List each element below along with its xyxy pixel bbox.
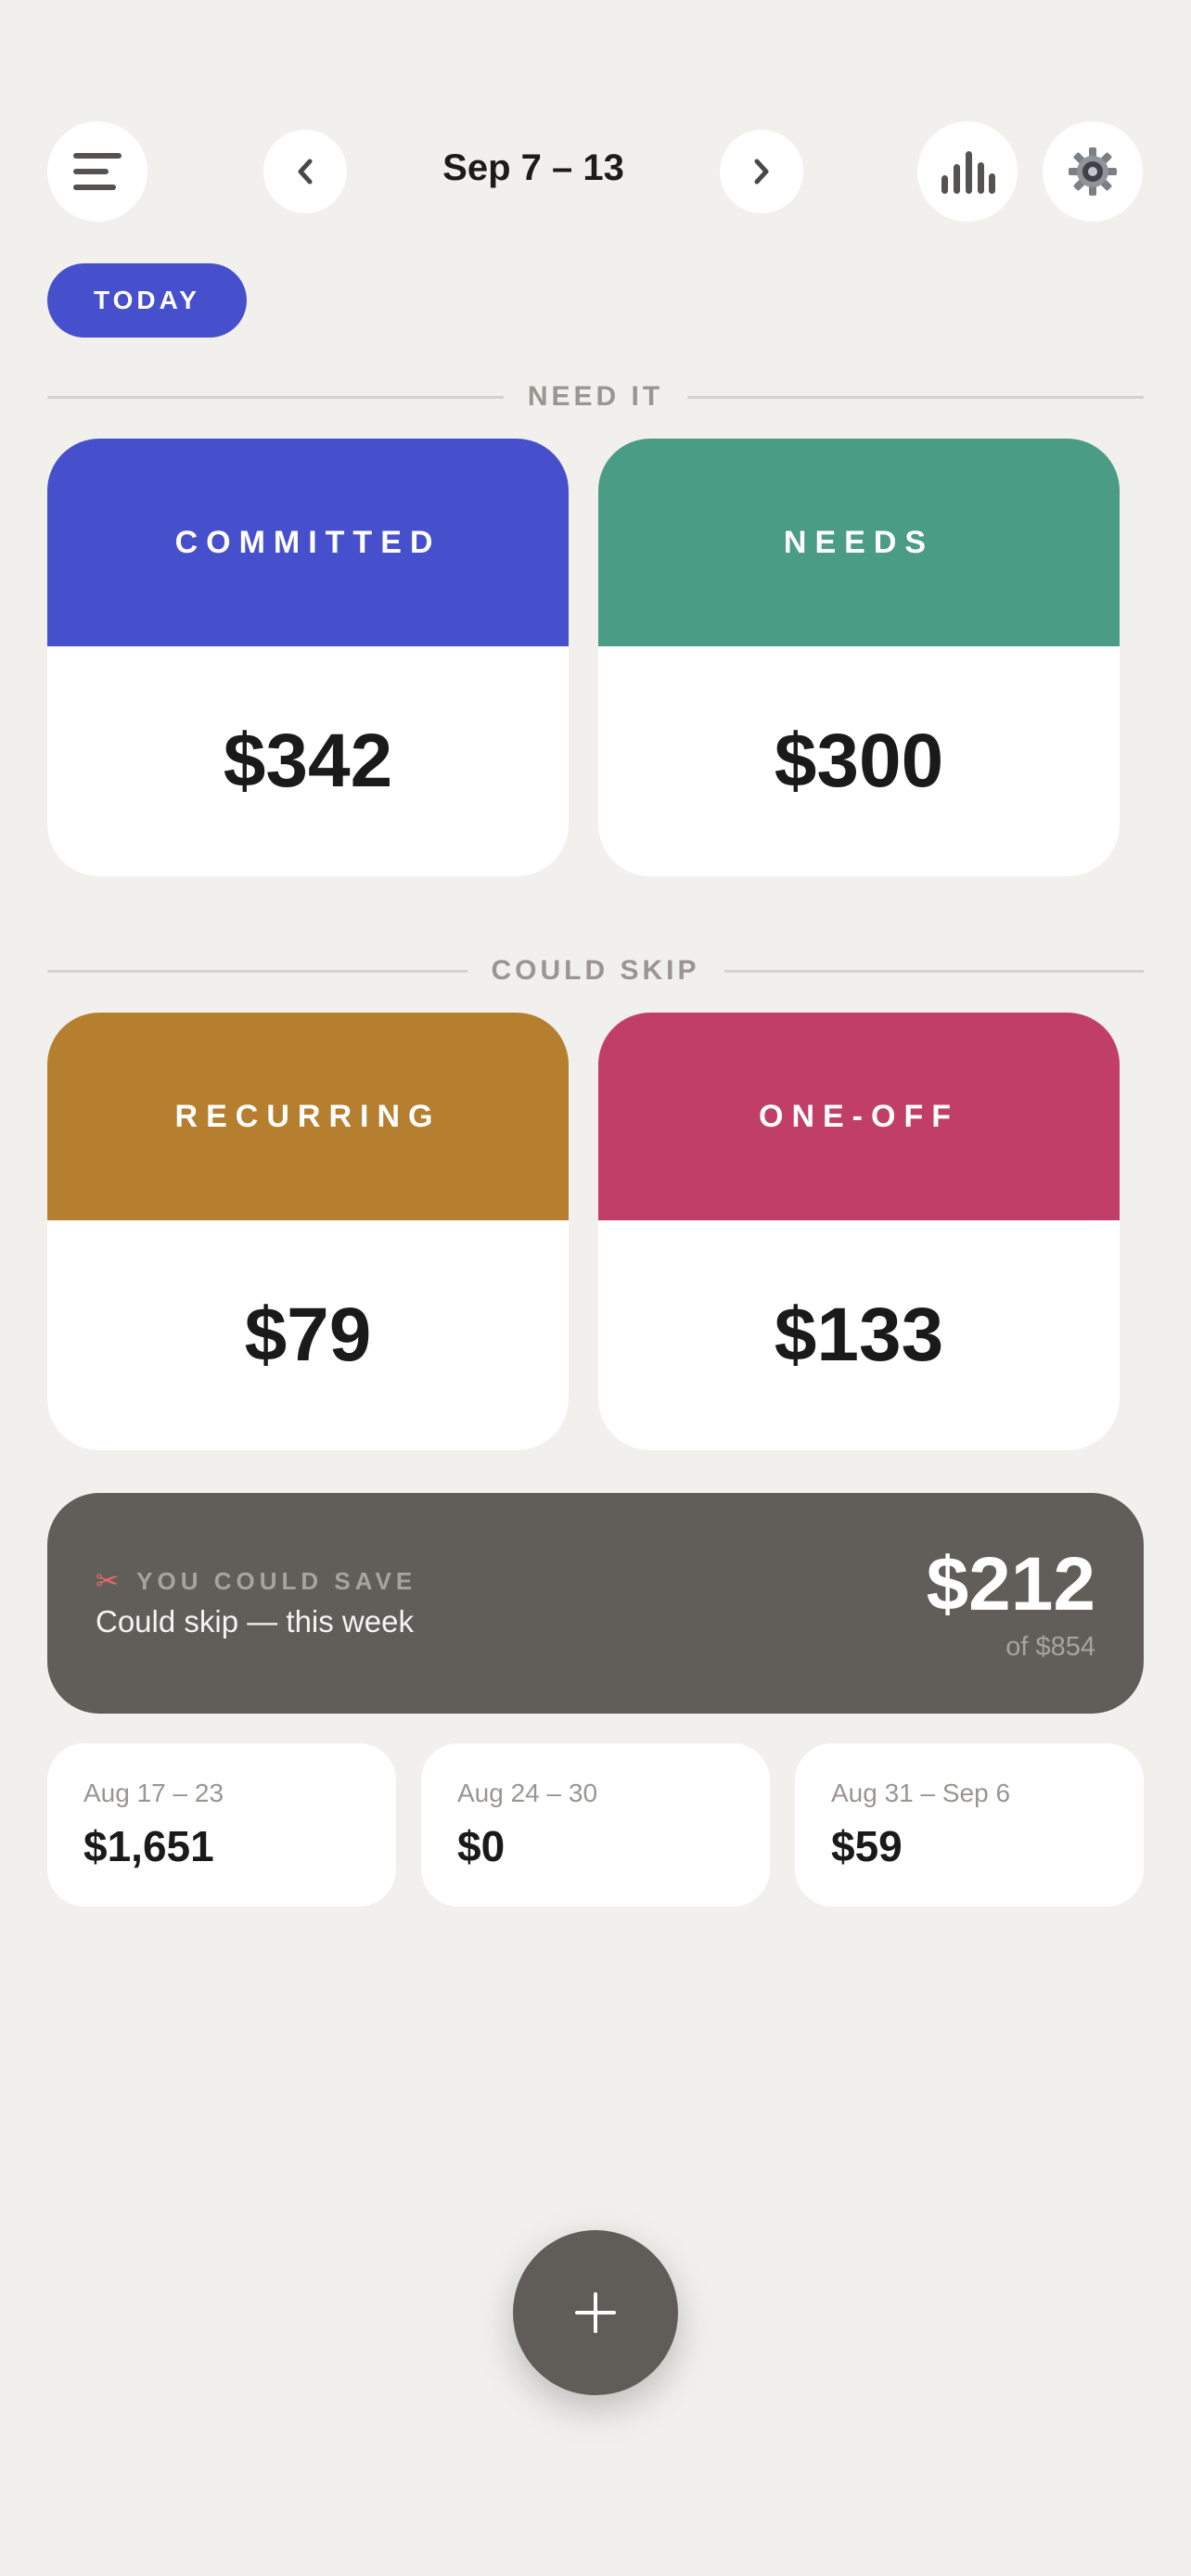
category-amount-needs: $300 <box>774 719 944 803</box>
stats-button[interactable] <box>917 121 1018 222</box>
category-amount-recurring: $79 <box>244 1293 372 1377</box>
past-week-amount: $0 <box>457 1822 506 1870</box>
could-save-banner[interactable]: ✂ YOU COULD SAVE Could skip — this week … <box>47 1493 1144 1714</box>
bar-chart-icon <box>941 151 995 194</box>
category-card-recurring[interactable]: RECURRING $79 <box>47 1013 569 1450</box>
past-week-card[interactable]: Aug 24 – 30 $0 <box>421 1743 770 1906</box>
chevron-left-icon <box>298 159 313 185</box>
divider-line <box>47 969 467 973</box>
plus-icon <box>575 2292 616 2333</box>
category-header-recurring: RECURRING <box>47 1013 569 1220</box>
settings-button[interactable] <box>1043 121 1143 222</box>
today-button[interactable]: TODAY <box>47 263 247 338</box>
category-amount-one-off: $133 <box>774 1293 944 1377</box>
save-eyebrow-label: YOU COULD SAVE <box>136 1567 417 1595</box>
category-card-committed[interactable]: COMMITTED $342 <box>47 439 569 876</box>
divider-line <box>687 395 1145 399</box>
past-week-amount: $1,651 <box>83 1822 214 1870</box>
save-amount: $212 <box>926 1542 1095 1626</box>
hamburger-icon <box>73 153 122 190</box>
category-header-needs: NEEDS <box>598 439 1120 646</box>
past-week-range: Aug 31 – Sep 6 <box>831 1779 1011 1807</box>
previous-week-button[interactable] <box>263 130 347 213</box>
section-label-need-it: NEED IT <box>527 381 664 412</box>
add-expense-button[interactable] <box>513 2230 678 2395</box>
save-total: of $854 <box>1005 1632 1095 1662</box>
gear-icon <box>1069 147 1117 196</box>
category-header-one-off: ONE-OFF <box>598 1013 1120 1220</box>
section-divider-need-it: NEED IT <box>47 378 1145 415</box>
menu-button[interactable] <box>47 121 147 222</box>
section-divider-could-skip: COULD SKIP <box>47 952 1145 989</box>
category-card-needs[interactable]: NEEDS $300 <box>598 439 1120 876</box>
save-subtitle: Could skip — this week <box>96 1604 414 1639</box>
category-card-one-off[interactable]: ONE-OFF $133 <box>598 1013 1120 1450</box>
save-eyebrow: ✂ YOU COULD SAVE <box>96 1565 416 1598</box>
divider-line <box>47 395 504 399</box>
past-week-range: Aug 24 – 30 <box>457 1779 598 1807</box>
category-amount-committed: $342 <box>223 719 393 803</box>
next-week-button[interactable] <box>720 130 803 213</box>
chevron-right-icon <box>754 159 769 185</box>
divider-line <box>724 969 1145 973</box>
section-label-could-skip: COULD SKIP <box>491 955 700 986</box>
weekly-spending-screen: Sep 7 – 13 TODAY NEED IT COMMITTED $342 … <box>0 0 1191 2576</box>
week-range-title: Sep 7 – 13 <box>442 147 624 188</box>
past-week-amount: $59 <box>831 1822 903 1870</box>
scissors-icon: ✂ <box>96 1566 124 1597</box>
past-week-range: Aug 17 – 23 <box>83 1779 224 1807</box>
category-header-committed: COMMITTED <box>47 439 569 646</box>
past-week-card[interactable]: Aug 31 – Sep 6 $59 <box>795 1743 1144 1906</box>
past-week-card[interactable]: Aug 17 – 23 $1,651 <box>47 1743 396 1906</box>
